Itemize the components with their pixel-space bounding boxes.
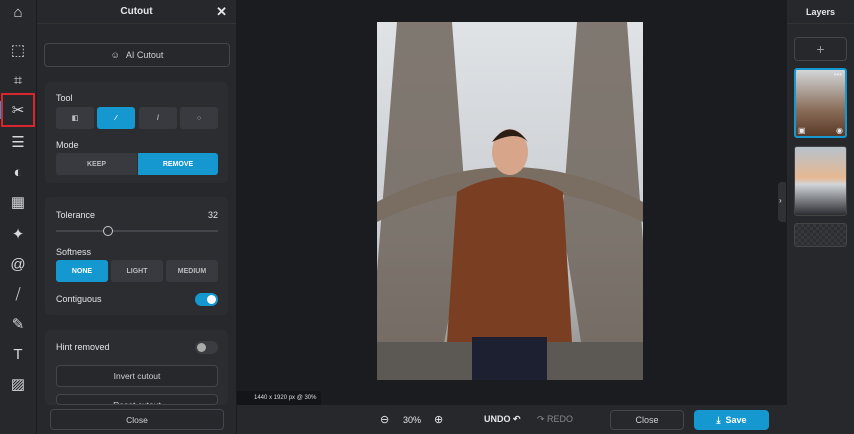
- softness-medium[interactable]: MEDIUM: [166, 260, 218, 282]
- close-icon[interactable]: ✕: [216, 4, 227, 20]
- image-info: 1440 x 1920 px @ 30%: [237, 391, 321, 405]
- undo-button[interactable]: UNDO ↶: [484, 414, 521, 425]
- tolerance-thumb[interactable]: [102, 226, 113, 236]
- bottom-bar: ⊖ 30% ⊕ UNDO ↶ ↷ REDO Close ⤓ Save: [237, 405, 854, 434]
- contiguous-label: Contiguous: [56, 294, 102, 304]
- layer-thumbnail-2[interactable]: [794, 146, 847, 216]
- hint-label: Hint removed: [56, 342, 110, 352]
- background-layer[interactable]: [794, 223, 847, 247]
- home-icon[interactable]: ⌂: [6, 0, 30, 24]
- mode-remove[interactable]: REMOVE: [138, 153, 218, 175]
- brush-icon[interactable]: ✎: [6, 312, 30, 336]
- redo-label: REDO: [547, 414, 574, 424]
- tolerance-value: 32: [207, 210, 218, 220]
- eye-icon[interactable]: ◉: [836, 126, 843, 135]
- ai-cutout-button[interactable]: ☺ AI Cutout: [44, 43, 230, 67]
- text-icon[interactable]: T: [6, 342, 30, 366]
- cutout-panel: Cutout ✕ ☺ AI Cutout Tool ◧ ⁄ / ○ Mode KE…: [37, 0, 236, 434]
- adjust-icon[interactable]: ☰: [6, 130, 30, 154]
- hint-card: Hint removed Invert cutout Reset cutout: [45, 330, 228, 405]
- panel-close-button[interactable]: Close: [50, 409, 224, 430]
- robot-icon: ☺: [110, 50, 120, 60]
- photo: [377, 22, 643, 380]
- close-button[interactable]: Close: [610, 410, 684, 430]
- contiguous-toggle[interactable]: [195, 293, 218, 306]
- hint-toggle[interactable]: [195, 341, 218, 354]
- settings-card: Tolerance 32 Softness NONE LIGHT MEDIUM …: [45, 197, 228, 315]
- sparkle-icon[interactable]: ✦: [6, 222, 30, 246]
- bandage-icon[interactable]: ⧸: [6, 282, 30, 306]
- add-layer-button[interactable]: +: [794, 37, 847, 61]
- tolerance-slider[interactable]: [56, 230, 218, 232]
- softness-label: Softness: [56, 247, 92, 257]
- ai-cutout-label: AI Cutout: [125, 50, 164, 60]
- spiral-icon[interactable]: @: [6, 252, 30, 276]
- layer-thumbnail-1[interactable]: ••• ▣ ◉: [794, 68, 847, 138]
- zoom-out-icon[interactable]: ⊖: [380, 413, 389, 426]
- zoom-level: 30%: [403, 415, 422, 425]
- mode-keep[interactable]: KEEP: [56, 153, 137, 175]
- mode-label: Mode: [56, 140, 79, 150]
- download-icon: ⤓: [716, 414, 721, 425]
- invert-cutout-button[interactable]: Invert cutout: [56, 365, 218, 387]
- zoom-in-icon[interactable]: ⊕: [434, 413, 443, 426]
- tolerance-label: Tolerance: [56, 210, 96, 220]
- texture-icon[interactable]: ▨: [6, 372, 30, 396]
- cutout-highlight-box: [1, 93, 35, 127]
- select-icon[interactable]: ⬚: [6, 38, 30, 62]
- save-label: Save: [725, 415, 747, 425]
- save-button[interactable]: ⤓ Save: [694, 410, 769, 430]
- layers-panel: Layers + ••• ▣ ◉: [786, 0, 854, 405]
- tool-magic-wand[interactable]: ⁄: [97, 107, 135, 129]
- undo-label: UNDO: [484, 414, 511, 424]
- crop-icon[interactable]: ⌗: [6, 68, 30, 92]
- softness-none[interactable]: NONE: [56, 260, 108, 282]
- tool-card: Tool ◧ ⁄ / ○ Mode KEEP REMOVE: [45, 82, 228, 183]
- panel-title: Cutout: [120, 6, 153, 17]
- tool-shape[interactable]: ◧: [56, 107, 94, 129]
- tool-rail: ⌂ ⬚ ⌗ ✂ ☰ ◐ ▦ ✦ @ ⧸ ✎ T ▨: [0, 0, 37, 434]
- tool-brush[interactable]: /: [139, 107, 177, 129]
- image-icon: ▣: [798, 126, 806, 135]
- tool-lasso[interactable]: ○: [180, 107, 218, 129]
- canvas-area[interactable]: 1440 x 1920 px @ 30% ›: [237, 0, 786, 405]
- expand-layers-chevron-icon[interactable]: ›: [778, 182, 786, 222]
- effects-icon[interactable]: ▦: [6, 190, 30, 214]
- redo-button[interactable]: ↷ REDO: [537, 414, 573, 425]
- layers-title: Layers: [787, 0, 854, 24]
- tool-label: Tool: [56, 93, 73, 103]
- more-icon[interactable]: •••: [834, 70, 842, 79]
- panel-header: Cutout ✕: [37, 0, 236, 24]
- reset-cutout-button[interactable]: Reset cutout: [56, 394, 218, 405]
- filter-icon[interactable]: ◐: [6, 160, 30, 184]
- softness-light[interactable]: LIGHT: [111, 260, 163, 282]
